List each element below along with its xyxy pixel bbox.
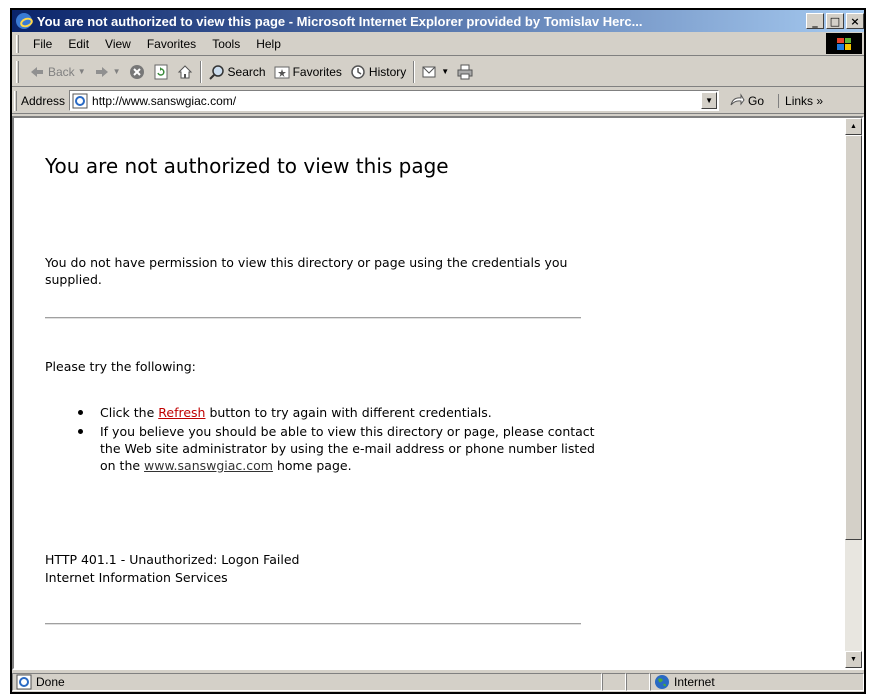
standard-toolbar: Back ▼ ▼ Search Favorites History ▼: [12, 57, 864, 87]
back-label: Back: [48, 64, 75, 79]
error-code: HTTP 401.1 - Unauthorized: Logon Failed: [45, 552, 300, 567]
divider: [45, 317, 581, 319]
menu-file[interactable]: File: [25, 37, 60, 51]
status-cell: [602, 673, 626, 691]
stop-button[interactable]: [125, 59, 149, 85]
address-input[interactable]: http://www.sanswgiac.com/ ▼: [69, 90, 720, 111]
status-text: Done: [36, 675, 65, 689]
mail-dropdown-icon[interactable]: ▼: [441, 67, 449, 76]
favorites-icon: [274, 66, 290, 78]
go-button[interactable]: Go: [729, 92, 765, 109]
address-dropdown-icon[interactable]: ▼: [701, 92, 718, 109]
print-icon: [457, 64, 473, 79]
go-label: Go: [748, 93, 765, 108]
close-button[interactable]: ×: [846, 13, 864, 29]
status-text-cell: Done: [12, 673, 602, 691]
back-button[interactable]: Back ▼: [25, 59, 90, 85]
favorites-button[interactable]: Favorites: [270, 59, 346, 85]
home-icon: [177, 64, 192, 78]
menubar-grip[interactable]: [16, 34, 19, 53]
page-viewport: You are not authorized to view this page…: [12, 116, 864, 670]
mail-button[interactable]: ▼: [418, 59, 453, 85]
home-button[interactable]: [173, 59, 197, 85]
internet-globe-icon: [655, 675, 669, 689]
forward-arrow-icon: [95, 66, 108, 77]
server-name: Internet Information Services: [45, 570, 228, 585]
search-button[interactable]: Search: [205, 59, 270, 85]
windows-logo-icon: [826, 33, 862, 54]
divider-bottom: [45, 623, 581, 625]
links-button[interactable]: Links »: [778, 93, 823, 108]
try-label: Please try the following:: [45, 359, 196, 374]
menu-tools[interactable]: Tools: [204, 37, 248, 51]
search-icon: [208, 64, 224, 80]
scroll-thumb[interactable]: [845, 135, 862, 540]
search-label: Search: [227, 64, 266, 79]
toolbar-grip[interactable]: [16, 60, 19, 83]
favorites-label: Favorites: [292, 64, 342, 79]
history-label: History: [368, 64, 407, 79]
vertical-scrollbar[interactable]: ▲ ▼: [845, 118, 862, 668]
browser-window: You are not authorized to view this page…: [10, 8, 866, 694]
address-url: http://www.sanswgiac.com/: [92, 93, 237, 108]
stop-icon: [129, 64, 144, 79]
go-arrow-icon: [730, 92, 745, 105]
page-heading: You are not authorized to view this page: [45, 154, 449, 178]
window-title: You are not authorized to view this page…: [36, 13, 643, 29]
zone-label: Internet: [674, 675, 715, 689]
menu-bar: File Edit View Favorites Tools Help: [12, 32, 864, 56]
print-button[interactable]: [453, 59, 477, 85]
refresh-button[interactable]: [149, 59, 173, 85]
back-arrow-icon: [31, 66, 43, 77]
menu-favorites[interactable]: Favorites: [139, 37, 204, 51]
ie-page-icon: [72, 93, 88, 108]
list-item: If you believe you should be able to vie…: [78, 423, 598, 474]
forward-button[interactable]: ▼: [90, 59, 125, 85]
address-label: Address: [21, 93, 66, 108]
maximize-button[interactable]: □: [826, 13, 844, 29]
forward-dropdown-icon[interactable]: ▼: [113, 67, 121, 76]
history-button[interactable]: History: [346, 59, 410, 85]
scroll-down-button[interactable]: ▼: [845, 651, 862, 668]
addressbar-grip[interactable]: [14, 90, 17, 111]
site-link[interactable]: www.sanswgiac.com: [144, 458, 273, 473]
list-item: Click the Refresh button to try again wi…: [78, 404, 598, 421]
back-dropdown-icon[interactable]: ▼: [78, 67, 86, 76]
refresh-icon: [154, 64, 168, 79]
status-cell: [626, 673, 650, 691]
history-icon: [351, 64, 365, 79]
intro-text: You do not have permission to view this …: [45, 255, 568, 287]
window-controls: _ □ ×: [806, 13, 864, 29]
address-bar: Address http://www.sanswgiac.com/ ▼ Go L…: [12, 88, 864, 114]
menu-help[interactable]: Help: [248, 37, 289, 51]
minimize-button[interactable]: _: [806, 13, 824, 29]
scroll-up-button[interactable]: ▲: [845, 118, 862, 135]
menu-view[interactable]: View: [97, 37, 139, 51]
zone-cell: Internet: [650, 673, 864, 691]
ie-icon[interactable]: [16, 13, 32, 29]
suggestion-list: Click the Refresh button to try again wi…: [78, 404, 598, 476]
toolbar-separator: [199, 60, 202, 83]
page-done-icon: [16, 674, 32, 690]
mail-icon: [422, 66, 436, 77]
status-bar: Done Internet: [12, 672, 864, 692]
page-content: You are not authorized to view this page…: [14, 118, 844, 668]
refresh-link[interactable]: Refresh: [158, 405, 205, 420]
menu-edit[interactable]: Edit: [60, 37, 97, 51]
toolbar-separator-2: [413, 60, 416, 83]
title-bar[interactable]: You are not authorized to view this page…: [12, 10, 864, 32]
